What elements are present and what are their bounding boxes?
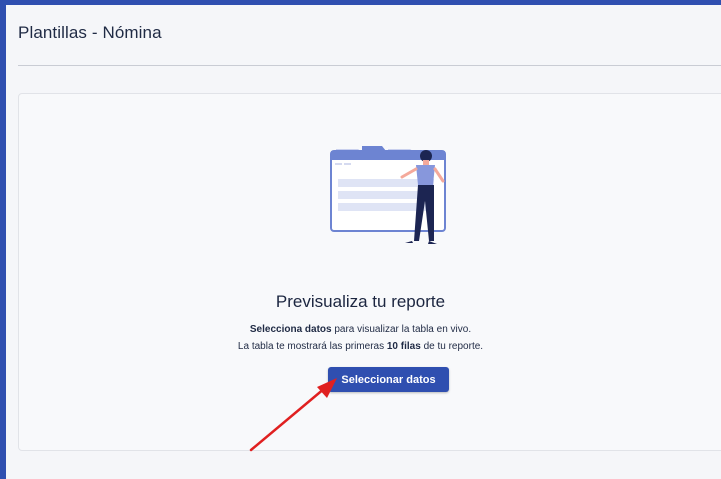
description-text-1: para visualizar la tabla en vivo. <box>331 324 472 335</box>
description-line-2: La tabla te mostrará las primeras 10 fil… <box>0 341 721 352</box>
description-bold-rows: 10 filas <box>386 341 421 352</box>
report-preview-illustration <box>330 146 446 244</box>
header-divider <box>18 65 721 66</box>
description-line-1: Selecciona datos para visualizar la tabl… <box>0 324 721 335</box>
select-data-button[interactable]: Seleccionar datos <box>328 367 449 392</box>
description-text-2a: La tabla te mostrará las primeras <box>237 341 387 352</box>
top-accent-bar <box>0 0 721 5</box>
empty-state-heading: Previsualiza tu reporte <box>275 292 446 311</box>
red-arrow-icon <box>249 378 337 452</box>
left-accent-bar <box>0 0 6 479</box>
page-title: Plantillas - Nómina <box>18 23 162 42</box>
description-bold-select: Selecciona datos <box>249 324 332 335</box>
description-text-2b: de tu reporte. <box>420 341 484 352</box>
